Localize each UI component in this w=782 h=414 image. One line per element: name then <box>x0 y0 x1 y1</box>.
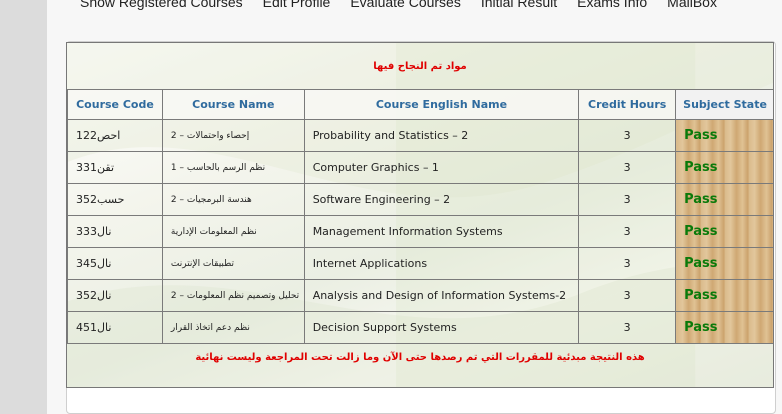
subject-state: Pass <box>675 183 773 216</box>
course-code: نال451 <box>67 311 163 344</box>
header-course-english-name: Course English Name <box>303 89 580 120</box>
credit-hours: 3 <box>578 119 677 152</box>
course-code: تقن331 <box>67 151 163 184</box>
course-name: نظم المعلومات الإدارية <box>161 215 305 248</box>
table-row: احص122 إحصاء واحتمالات – 2 Probability a… <box>67 119 773 152</box>
nav-edit-profile[interactable]: Edit Profile <box>263 0 331 14</box>
subject-state: Pass <box>675 311 773 344</box>
course-english-name: Analysis and Design of Information Syste… <box>303 279 580 312</box>
credit-hours: 3 <box>578 151 677 184</box>
header-subject-state: Subject State <box>675 89 773 120</box>
subject-state: Pass <box>675 151 773 184</box>
credit-hours: 3 <box>578 247 677 280</box>
subject-state: Pass <box>675 119 773 152</box>
provisional-result-notice: هذه النتيجة مبدئية للمقررات التي تم رصده… <box>195 351 645 363</box>
table-header-row: Course Code Course Name Course English N… <box>67 89 773 120</box>
course-code: نال333 <box>67 215 163 248</box>
table-row: حسب352 هندسة البرمجيات – 2 Software Engi… <box>67 183 773 216</box>
header-course-name: Course Name <box>161 89 305 120</box>
results-table: Course Code Course Name Course English N… <box>67 89 773 344</box>
subject-state: Pass <box>675 279 773 312</box>
nav-exams-info[interactable]: Exams Info <box>577 0 647 14</box>
course-english-name: Software Engineering – 2 <box>303 183 580 216</box>
subject-state: Pass <box>675 215 773 248</box>
course-english-name: Management Information Systems <box>303 215 580 248</box>
course-name: تحليل وتصميم نظم المعلومات – 2 <box>161 279 305 312</box>
course-english-name: Computer Graphics – 1 <box>303 151 580 184</box>
table-row: نال451 نظم دعم اتخاذ القرار Decision Sup… <box>67 311 773 344</box>
left-margin <box>0 0 47 414</box>
course-name: نظم دعم اتخاذ القرار <box>161 311 305 344</box>
course-english-name: Decision Support Systems <box>303 311 580 344</box>
table-row: نال345 تطبيقات الإنترنت Internet Applica… <box>67 247 773 280</box>
subject-state: Pass <box>675 247 773 280</box>
top-nav: Show Registered Courses Edit Profile Eva… <box>80 0 737 14</box>
table-row: نال333 نظم المعلومات الإدارية Management… <box>67 215 773 248</box>
credit-hours: 3 <box>578 279 677 312</box>
table-row: تقن331 نظم الرسم بالحاسب – 1 Computer Gr… <box>67 151 773 184</box>
nav-initial-result[interactable]: Initial Result <box>481 0 557 14</box>
nav-mailbox[interactable]: MailBox <box>667 0 717 14</box>
course-code: نال352 <box>67 279 163 312</box>
course-english-name: Internet Applications <box>303 247 580 280</box>
results-table-container: مواد تم النجاح فيها Course Code Course N… <box>66 42 774 388</box>
course-code: نال345 <box>67 247 163 280</box>
nav-evaluate-courses[interactable]: Evaluate Courses <box>350 0 461 14</box>
course-name: إحصاء واحتمالات – 2 <box>161 119 305 152</box>
course-english-name: Probability and Statistics – 2 <box>303 119 580 152</box>
course-name: هندسة البرمجيات – 2 <box>161 183 305 216</box>
course-code: حسب352 <box>67 183 163 216</box>
course-code: احص122 <box>67 119 163 152</box>
passed-subjects-title: مواد تم النجاح فيها <box>373 60 467 72</box>
course-name: تطبيقات الإنترنت <box>161 247 305 280</box>
table-row: نال352 تحليل وتصميم نظم المعلومات – 2 An… <box>67 279 773 312</box>
credit-hours: 3 <box>578 311 677 344</box>
credit-hours: 3 <box>578 183 677 216</box>
header-credit-hours: Credit Hours <box>578 89 677 120</box>
header-course-code: Course Code <box>67 89 163 120</box>
nav-show-registered-courses[interactable]: Show Registered Courses <box>80 0 243 14</box>
credit-hours: 3 <box>578 215 677 248</box>
course-name: نظم الرسم بالحاسب – 1 <box>161 151 305 184</box>
